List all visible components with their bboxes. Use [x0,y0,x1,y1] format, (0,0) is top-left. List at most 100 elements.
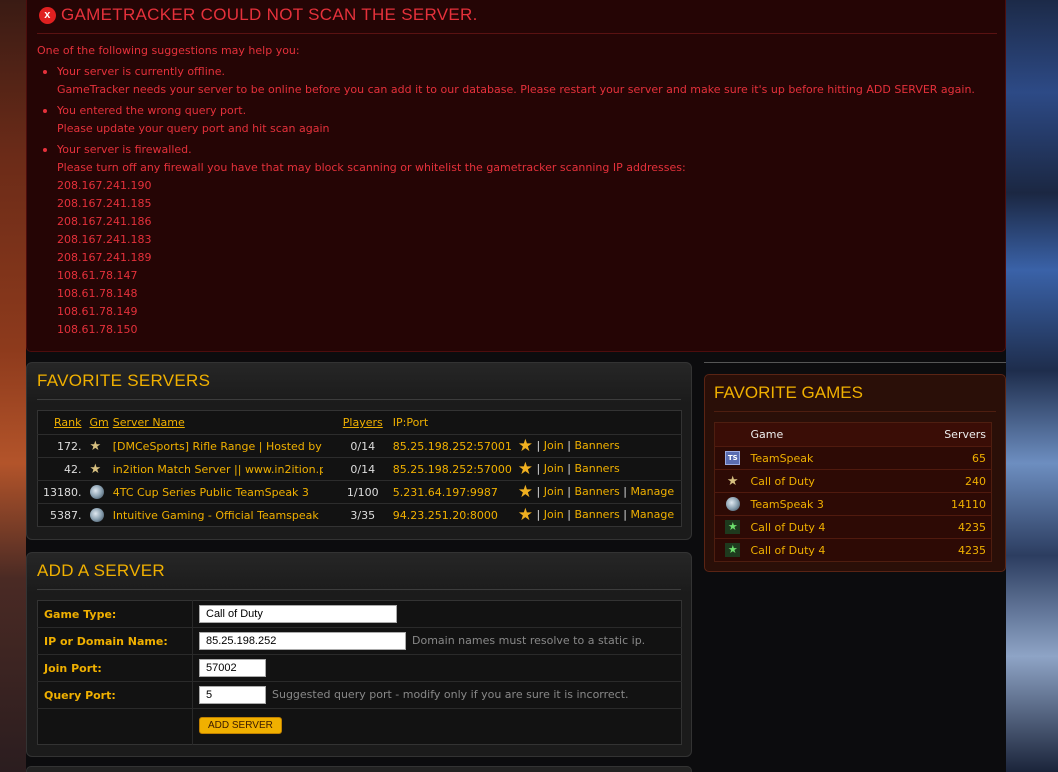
players: 1/100 [334,480,391,504]
server-name-link[interactable]: 4TC Cup Series Public TeamSpeak 3 [113,486,323,499]
divider [37,399,681,400]
add-server-form: Game Type: IP or Domain Name: Domain nam… [37,600,682,745]
ip-address: 208.167.241.190 [57,179,152,192]
ip-address: 208.167.241.185 [57,197,152,210]
suggestion-head: Your server is firewalled. [57,143,192,156]
server-count: 240 [898,469,992,493]
game-cell [87,503,111,527]
server-name-link[interactable]: in2ition Match Server || www.in2ition.pr… [113,463,323,476]
favorite-star-icon[interactable]: ★ [518,506,533,523]
col-actions [516,411,682,435]
ip-address: 208.167.241.186 [57,215,152,228]
server-name-link[interactable]: [DMCeSports] Rifle Range | Hosted by Int… [113,440,323,453]
table-header-row: Rank Gm Server Name Players IP:Port [38,411,682,435]
error-icon: x [39,7,56,24]
banners-link[interactable]: Banners [574,439,619,452]
join-port-input[interactable] [199,659,266,677]
col-icon [715,423,751,447]
game-name[interactable]: Call of Duty 4 [750,538,899,562]
add-server-button[interactable]: ADD SERVER [199,717,282,734]
favorite-star-icon[interactable]: ★ [518,460,533,477]
bullet-icon [43,70,47,74]
game-type-cell [193,601,682,628]
form-row-join-port: Join Port: [37,654,682,682]
ip-port[interactable]: 5.231.64.197:9987 [390,480,516,504]
game-name[interactable]: Call of Duty 4 [750,515,899,539]
add-server-title: ADD A SERVER [37,561,166,580]
server-count: 4235 [898,538,992,562]
query-port-cell: Suggested query port - modify only if yo… [192,681,682,709]
game-cell [87,480,111,504]
ip-port[interactable]: 85.25.198.252:57000 [390,457,516,481]
server-name-cell: in2ition Match Server || www.in2ition.pr… [110,457,335,481]
game-name[interactable]: TeamSpeak 3 [750,492,899,516]
suggestion-body: Please update your query port and hit sc… [57,122,330,135]
manage-link[interactable]: Manage [630,485,674,498]
banners-link[interactable]: Banners [574,462,619,475]
query-port-hint: Suggested query port - modify only if yo… [272,688,629,701]
col-players[interactable]: Players [335,411,391,435]
star-icon: ★ [726,473,739,489]
table-row: 42. ★ in2ition Match Server || www.in2it… [37,457,682,481]
error-panel: x GAMETRACKER COULD NOT SCAN THE SERVER.… [26,0,1006,352]
col-gm[interactable]: Gm [88,411,111,435]
col-game: Game [750,428,784,441]
error-title-text: GAMETRACKER COULD NOT SCAN THE SERVER. [61,5,478,24]
teamspeak3-icon [89,485,104,499]
col-ipport: IP:Port [392,416,429,429]
form-row-ip: IP or Domain Name: Domain names must res… [37,627,682,655]
suggestion-body: GameTracker needs your server to be onli… [57,83,975,96]
ip-address: 108.61.78.149 [57,305,138,318]
favorite-games-table: Game Servers TS TeamSpeak 65 ★ Call of D… [714,422,992,562]
ip-label: IP or Domain Name: [37,627,193,655]
favorite-games-title: FAVORITE GAMES [714,383,863,402]
join-link[interactable]: Join [544,508,564,521]
ip-input[interactable] [199,632,406,650]
join-link[interactable]: Join [544,439,564,452]
table-row: 5387. Intuitive Gaming - Official Teamsp… [37,503,682,527]
table-row[interactable]: TS TeamSpeak 65 [714,446,992,470]
submit-cell: ADD SERVER [192,708,682,745]
game-type-input[interactable] [199,605,397,623]
teamspeak3-icon [89,508,104,522]
table-row[interactable]: TeamSpeak 3 14110 [714,492,992,516]
col-servers: Servers [944,428,986,441]
cod4-icon: ★ [725,520,741,534]
ip-port[interactable]: 94.23.251.20:8000 [390,503,516,527]
join-port-cell [192,654,682,682]
server-name-cell: 4TC Cup Series Public TeamSpeak 3 [110,480,335,504]
players: 0/14 [334,434,391,458]
table-row: 172. ★ [DMCeSports] Rifle Range | Hosted… [37,434,682,458]
game-name[interactable]: TeamSpeak [750,446,899,470]
error-intro: One of the following suggestions may hel… [37,44,300,57]
col-server-name[interactable]: Server Name [111,411,335,435]
server-name-cell: Intuitive Gaming - Official Teamspeak [110,503,335,527]
manage-link[interactable]: Manage [630,508,674,521]
server-name-link[interactable]: Intuitive Gaming - Official Teamspeak [113,509,323,522]
favorite-star-icon[interactable]: ★ [518,437,533,454]
star-icon: ★ [89,438,102,454]
query-port-input[interactable] [199,686,266,704]
join-link[interactable]: Join [544,462,564,475]
bullet-icon [43,148,47,152]
game-icon-cell: ★ [714,469,751,493]
ip-address: 208.167.241.183 [57,233,152,246]
game-name[interactable]: Call of Duty [750,469,899,493]
table-row[interactable]: ★ Call of Duty 4 4235 [714,538,992,562]
table-row[interactable]: ★ Call of Duty 4 4235 [714,515,992,539]
form-row-submit: ADD SERVER [37,708,682,745]
col-rank[interactable]: Rank [38,411,88,435]
rank: 172. [37,434,88,458]
favorite-star-icon[interactable]: ★ [518,483,533,500]
next-panel-edge [26,766,692,772]
rank: 5387. [37,503,88,527]
join-link[interactable]: Join [544,485,564,498]
banners-link[interactable]: Banners [574,508,619,521]
cod4-icon: ★ [725,543,741,557]
actions-cell: ★ | Join | Banners | Manage [515,480,682,504]
background-art-right [1006,0,1058,772]
banners-link[interactable]: Banners [574,485,619,498]
ip-port[interactable]: 85.25.198.252:57001 [390,434,516,458]
table-row[interactable]: ★ Call of Duty 240 [714,469,992,493]
error-title: x GAMETRACKER COULD NOT SCAN THE SERVER. [37,4,997,34]
